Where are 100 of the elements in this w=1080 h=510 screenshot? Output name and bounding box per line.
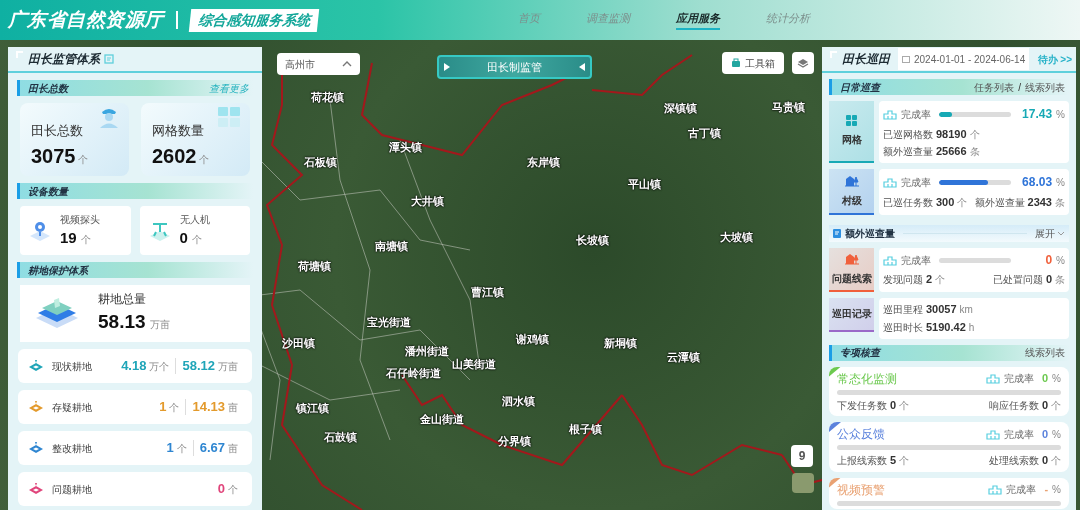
basemap-thumbnail[interactable]	[792, 473, 814, 493]
map-place-label: 石板镇	[303, 156, 337, 168]
stat-value: 2602	[152, 143, 197, 169]
metric-unit: 个	[969, 128, 980, 142]
metric-value: 25666	[936, 143, 967, 159]
device-count: 19	[60, 227, 77, 248]
inspection-card[interactable]: 公众反馈 完成率 0 % 上报线索数 5 个 处理线索数 0 个	[829, 422, 1069, 472]
farmland-row[interactable]: 现状耕地 4.18 万个 58.12 万亩	[18, 349, 252, 383]
category-tile[interactable]: 村级	[829, 169, 874, 215]
list-link[interactable]: 线索列表	[1025, 79, 1065, 95]
link-separator: /	[1018, 80, 1021, 95]
metric-unit: 条	[1055, 273, 1065, 288]
inspection-title: 常态化监测	[837, 370, 897, 388]
metric-value: 2	[926, 272, 933, 288]
metric-unit: 个	[1051, 398, 1061, 413]
layers-button[interactable]	[792, 52, 814, 74]
metric-label: 已巡网格数	[883, 128, 933, 142]
list-link[interactable]: 线索列表	[1025, 345, 1065, 360]
buildings-icon	[883, 108, 897, 120]
map-place-label: 泗水镇	[501, 395, 535, 407]
map-place-label: 山美街道	[452, 358, 496, 370]
metric-unit: 个	[899, 454, 910, 468]
metric-unit: 条	[1055, 196, 1065, 210]
rate-unit: %	[1052, 483, 1061, 497]
metric-label: 巡田时长	[883, 321, 923, 335]
document-icon	[833, 228, 841, 238]
buildings-icon	[988, 484, 1003, 495]
house-tree-icon	[844, 251, 859, 265]
region-select[interactable]: 高州市	[277, 53, 360, 75]
app-title: 广东省自然资源厅	[8, 7, 164, 32]
total-unit: 万亩	[149, 318, 170, 333]
stat-label: 网格数量	[152, 122, 205, 140]
region-select-value: 高州市	[285, 57, 315, 72]
farmland-area-unit: 亩	[228, 441, 238, 456]
map-place-label: 新垌镇	[603, 337, 637, 349]
list-link[interactable]: 任务列表	[974, 79, 1015, 95]
metric-label: 巡田里程	[883, 302, 923, 317]
farmland-count-unit: 个	[176, 441, 187, 456]
panel-title: 田长巡田	[842, 51, 890, 68]
farmland-area: 14.13	[192, 397, 225, 417]
officer-icon	[98, 106, 120, 128]
buildings-icon	[883, 254, 897, 266]
map-place-label: 金山街道	[420, 413, 464, 425]
rate-value: 0	[1041, 426, 1049, 442]
rate-value: 17.43	[1022, 106, 1053, 123]
date-range-field[interactable]: 2024-01-01 - 2024-06-14	[898, 48, 1030, 70]
rate-unit: %	[1052, 427, 1061, 442]
farmland-row[interactable]: 存疑耕地 1 个 14.13 亩	[18, 390, 252, 424]
toolbox-button[interactable]: 工具箱	[722, 52, 784, 74]
play-left-icon	[578, 62, 586, 72]
farmland-label: 现状耕地	[52, 359, 92, 374]
rate-unit: %	[1052, 372, 1061, 386]
total-label: 耕地总量	[98, 291, 147, 309]
map-place-label: 马贵镇	[771, 101, 805, 113]
stat-value: 3075	[31, 143, 76, 169]
device-label: 无人机	[179, 212, 210, 227]
stat-unit: 个	[77, 152, 88, 167]
calendar-icon	[902, 55, 910, 63]
metric-value: 0	[890, 397, 897, 413]
device-label: 视频探头	[60, 212, 100, 227]
rate-value: 0	[1045, 252, 1053, 270]
device-count: 0	[179, 227, 188, 248]
metric-value: 98190	[936, 127, 967, 142]
rate-label: 完成率	[1003, 372, 1034, 386]
panel-title: 田长监管体系	[28, 51, 100, 68]
metric-unit: 条	[969, 144, 980, 159]
expand-toggle[interactable]: 展开	[1035, 225, 1065, 241]
farmland-count: 1	[159, 398, 167, 417]
nav-tab[interactable]: 应用服务	[675, 9, 720, 31]
chevron-up-icon	[342, 60, 352, 68]
banner-text: 田长制监管	[487, 59, 542, 75]
play-right-icon	[443, 62, 451, 72]
stat-label: 田长总数	[31, 122, 84, 140]
camera-pin-icon	[28, 219, 52, 242]
metric-label: 已处置问题	[992, 273, 1043, 288]
farmland-row[interactable]: 问题耕地 0 个	[18, 472, 252, 506]
rate-label: 完成率	[901, 107, 931, 122]
farmland-area-unit: 万亩	[218, 359, 238, 374]
farmland-label: 整改耕地	[52, 441, 92, 456]
metric-label: 已巡任务数	[883, 196, 933, 210]
map-place-label: 古丁镇	[687, 127, 721, 139]
rate-label: 完成率	[901, 253, 931, 268]
map-place-label: 潘州街道	[405, 345, 449, 357]
inspection-title: 公众反馈	[837, 426, 885, 443]
device-unit: 个	[191, 232, 202, 247]
farmland-count: 1	[166, 439, 174, 458]
category-tile[interactable]: 网格	[829, 101, 874, 163]
inspection-card[interactable]: 常态化监测 完成率 0 % 下发任务数 0 个 响应任务数 0 个	[829, 366, 1069, 416]
map-place-label: 东岸镇	[526, 156, 560, 168]
rate-value: -	[1044, 482, 1049, 498]
category-tile[interactable]: 问题线索	[829, 247, 874, 292]
inspection-card[interactable]: 视频预警 完成率 - %	[829, 477, 1069, 509]
metric-value: 0	[1041, 397, 1048, 413]
farmland-row[interactable]: 整改耕地 1 个 6.67 亩	[18, 431, 252, 465]
toolbox-icon	[731, 58, 741, 68]
category-tile[interactable]: 巡田记录	[829, 297, 874, 332]
buildings-icon	[985, 373, 1000, 384]
stat-unit: 个	[198, 152, 209, 167]
farmland-count-unit: 万个	[149, 359, 170, 374]
section-title: 田长总数	[28, 81, 68, 96]
